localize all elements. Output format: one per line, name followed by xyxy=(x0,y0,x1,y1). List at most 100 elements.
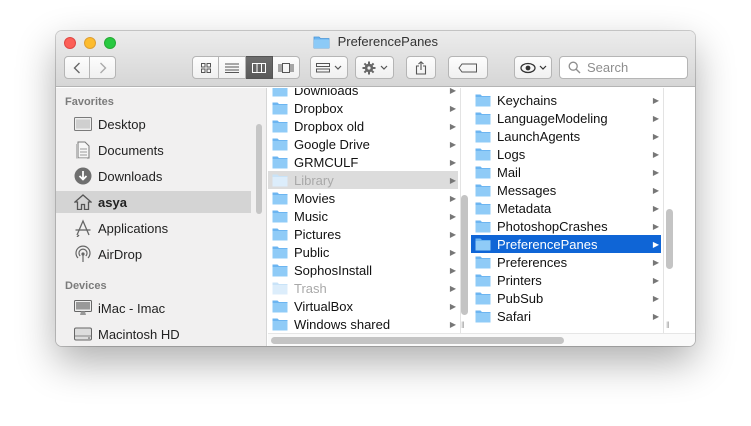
folder-row[interactable]: Trash ▶ xyxy=(268,279,458,297)
folder-icon xyxy=(475,111,491,125)
sidebar-item-asya[interactable]: asya xyxy=(56,191,251,213)
folder-row-label: VirtualBox xyxy=(294,298,354,314)
sidebar-item-applications[interactable]: Applications xyxy=(56,217,251,239)
folder-icon xyxy=(272,155,288,169)
folder-row[interactable]: Logs ▶ xyxy=(471,145,661,163)
window-title-text: PreferencePanes xyxy=(337,34,439,49)
disclosure-arrow-icon: ▶ xyxy=(652,113,660,123)
folder-icon xyxy=(272,317,288,331)
disclosure-arrow-icon: ▶ xyxy=(652,293,660,303)
column-view-button[interactable] xyxy=(246,56,273,79)
edit-tags-button[interactable] xyxy=(448,56,488,79)
folder-row[interactable]: PreferencePanes ▶ xyxy=(471,235,661,253)
disclosure-arrow-icon: ▶ xyxy=(449,229,457,239)
sidebar-item-imac[interactable]: iMac - Imac xyxy=(56,297,251,319)
downloads-icon xyxy=(74,167,92,185)
list-view-button[interactable] xyxy=(219,56,246,79)
folder-icon xyxy=(272,281,288,295)
folder-row[interactable]: Windows shared ▶ xyxy=(268,315,458,333)
gear-icon xyxy=(362,61,375,74)
folder-row-label: Library xyxy=(294,172,334,188)
arrange-button[interactable] xyxy=(310,56,348,79)
folder-row-label: Mail xyxy=(497,164,521,180)
folder-row[interactable]: Downloads ▶ xyxy=(268,88,458,99)
column-home: Downloads ▶ Dropbox ▶ Dropbox old ▶ Google Dri… xyxy=(268,88,461,333)
quick-look-button[interactable] xyxy=(514,56,552,79)
folder-row-label: SophosInstall xyxy=(294,262,373,278)
folder-icon xyxy=(475,201,491,215)
folder-row[interactable]: Dropbox ▶ xyxy=(268,99,458,117)
folder-row[interactable]: Movies ▶ xyxy=(268,189,458,207)
disclosure-arrow-icon: ▶ xyxy=(652,221,660,231)
folder-row-label: Logs xyxy=(497,146,526,162)
arrange-grid-icon xyxy=(316,62,330,72)
column-resize-handle[interactable]: ǀǀ xyxy=(461,320,465,330)
folder-row[interactable]: Metadata ▶ xyxy=(471,199,661,217)
disclosure-arrow-icon: ▶ xyxy=(449,175,457,185)
folder-row-label: Trash xyxy=(294,280,327,296)
folder-icon xyxy=(272,191,288,205)
disclosure-arrow-icon: ▶ xyxy=(449,121,457,131)
folder-icon xyxy=(272,173,288,187)
folder-row[interactable]: Safari ▶ xyxy=(471,307,661,325)
imac-icon xyxy=(74,299,92,317)
sidebar-item-label: AirDrop xyxy=(98,246,143,262)
folder-row[interactable]: Pictures ▶ xyxy=(268,225,458,243)
folder-row[interactable]: Messages ▶ xyxy=(471,181,661,199)
column-resize-handle[interactable]: ǀǀ xyxy=(666,320,670,330)
folder-row[interactable]: Printers ▶ xyxy=(471,271,661,289)
folder-row[interactable]: Music ▶ xyxy=(268,207,458,225)
folder-icon xyxy=(272,209,288,223)
search-field[interactable]: Search xyxy=(559,56,688,79)
folder-row-label: GRMCULF xyxy=(294,154,359,170)
sidebar-item-downloads[interactable]: Downloads xyxy=(56,165,251,187)
chevron-down-icon xyxy=(380,65,387,70)
folder-row-label: Dropbox old xyxy=(294,118,365,134)
forward-button[interactable] xyxy=(90,56,116,79)
folder-row[interactable]: Dropbox old ▶ xyxy=(268,117,458,135)
disclosure-arrow-icon: ▶ xyxy=(652,239,660,249)
folder-row[interactable]: PubSub ▶ xyxy=(471,289,661,307)
action-button[interactable] xyxy=(355,56,394,79)
folder-row[interactable]: Library ▶ xyxy=(268,171,458,189)
disclosure-arrow-icon: ▶ xyxy=(449,283,457,293)
horizontal-scroll-thumb[interactable] xyxy=(271,337,564,344)
sidebar-scrollbar[interactable] xyxy=(256,124,262,214)
folder-row[interactable]: Preferences ▶ xyxy=(471,253,661,271)
sidebar-item-documents[interactable]: Documents xyxy=(56,139,251,161)
folder-row-label: Dropbox xyxy=(294,100,344,116)
folder-row[interactable]: LaunchAgents ▶ xyxy=(471,127,661,145)
back-button[interactable] xyxy=(64,56,90,79)
folder-row[interactable]: SophosInstall ▶ xyxy=(268,261,458,279)
folder-row[interactable]: Public ▶ xyxy=(268,243,458,261)
disclosure-arrow-icon: ▶ xyxy=(449,157,457,167)
disclosure-arrow-icon: ▶ xyxy=(449,247,457,257)
cover-flow-button[interactable] xyxy=(273,56,300,79)
folder-row[interactable]: PhotoshopCrashes ▶ xyxy=(471,217,661,235)
sidebar-item-airdrop[interactable]: AirDrop xyxy=(56,243,251,265)
sidebar-item-desktop[interactable]: Desktop xyxy=(56,113,251,135)
disclosure-arrow-icon: ▶ xyxy=(449,88,457,95)
share-icon xyxy=(415,60,427,75)
disclosure-arrow-icon: ▶ xyxy=(652,149,660,159)
cover-flow-icon xyxy=(278,62,294,73)
folder-row[interactable]: Keychains ▶ xyxy=(471,91,661,109)
folder-row[interactable]: VirtualBox ▶ xyxy=(268,297,458,315)
share-button[interactable] xyxy=(406,56,436,79)
folder-row[interactable]: Mail ▶ xyxy=(471,163,661,181)
folder-row-label: LanguageModeling xyxy=(497,110,608,126)
sidebar-item-label: Documents xyxy=(98,142,164,158)
sidebar-item-label: Applications xyxy=(98,220,169,236)
column-home-scrollbar[interactable] xyxy=(461,195,468,315)
folder-row[interactable]: Google Drive ▶ xyxy=(268,135,458,153)
horizontal-scrollbar[interactable] xyxy=(268,333,695,346)
icon-view-button[interactable] xyxy=(192,56,219,79)
folder-icon xyxy=(475,255,491,269)
column-library-scrollbar[interactable] xyxy=(666,209,673,269)
folder-row[interactable]: GRMCULF ▶ xyxy=(268,153,458,171)
finder-window: PreferencePanes Search Favorites Desktop… xyxy=(56,31,695,346)
tag-icon xyxy=(458,63,477,72)
view-mode-control xyxy=(192,56,300,79)
folder-row[interactable]: LanguageModeling ▶ xyxy=(471,109,661,127)
sidebar-item-macintosh-hd[interactable]: Macintosh HD xyxy=(56,323,251,345)
